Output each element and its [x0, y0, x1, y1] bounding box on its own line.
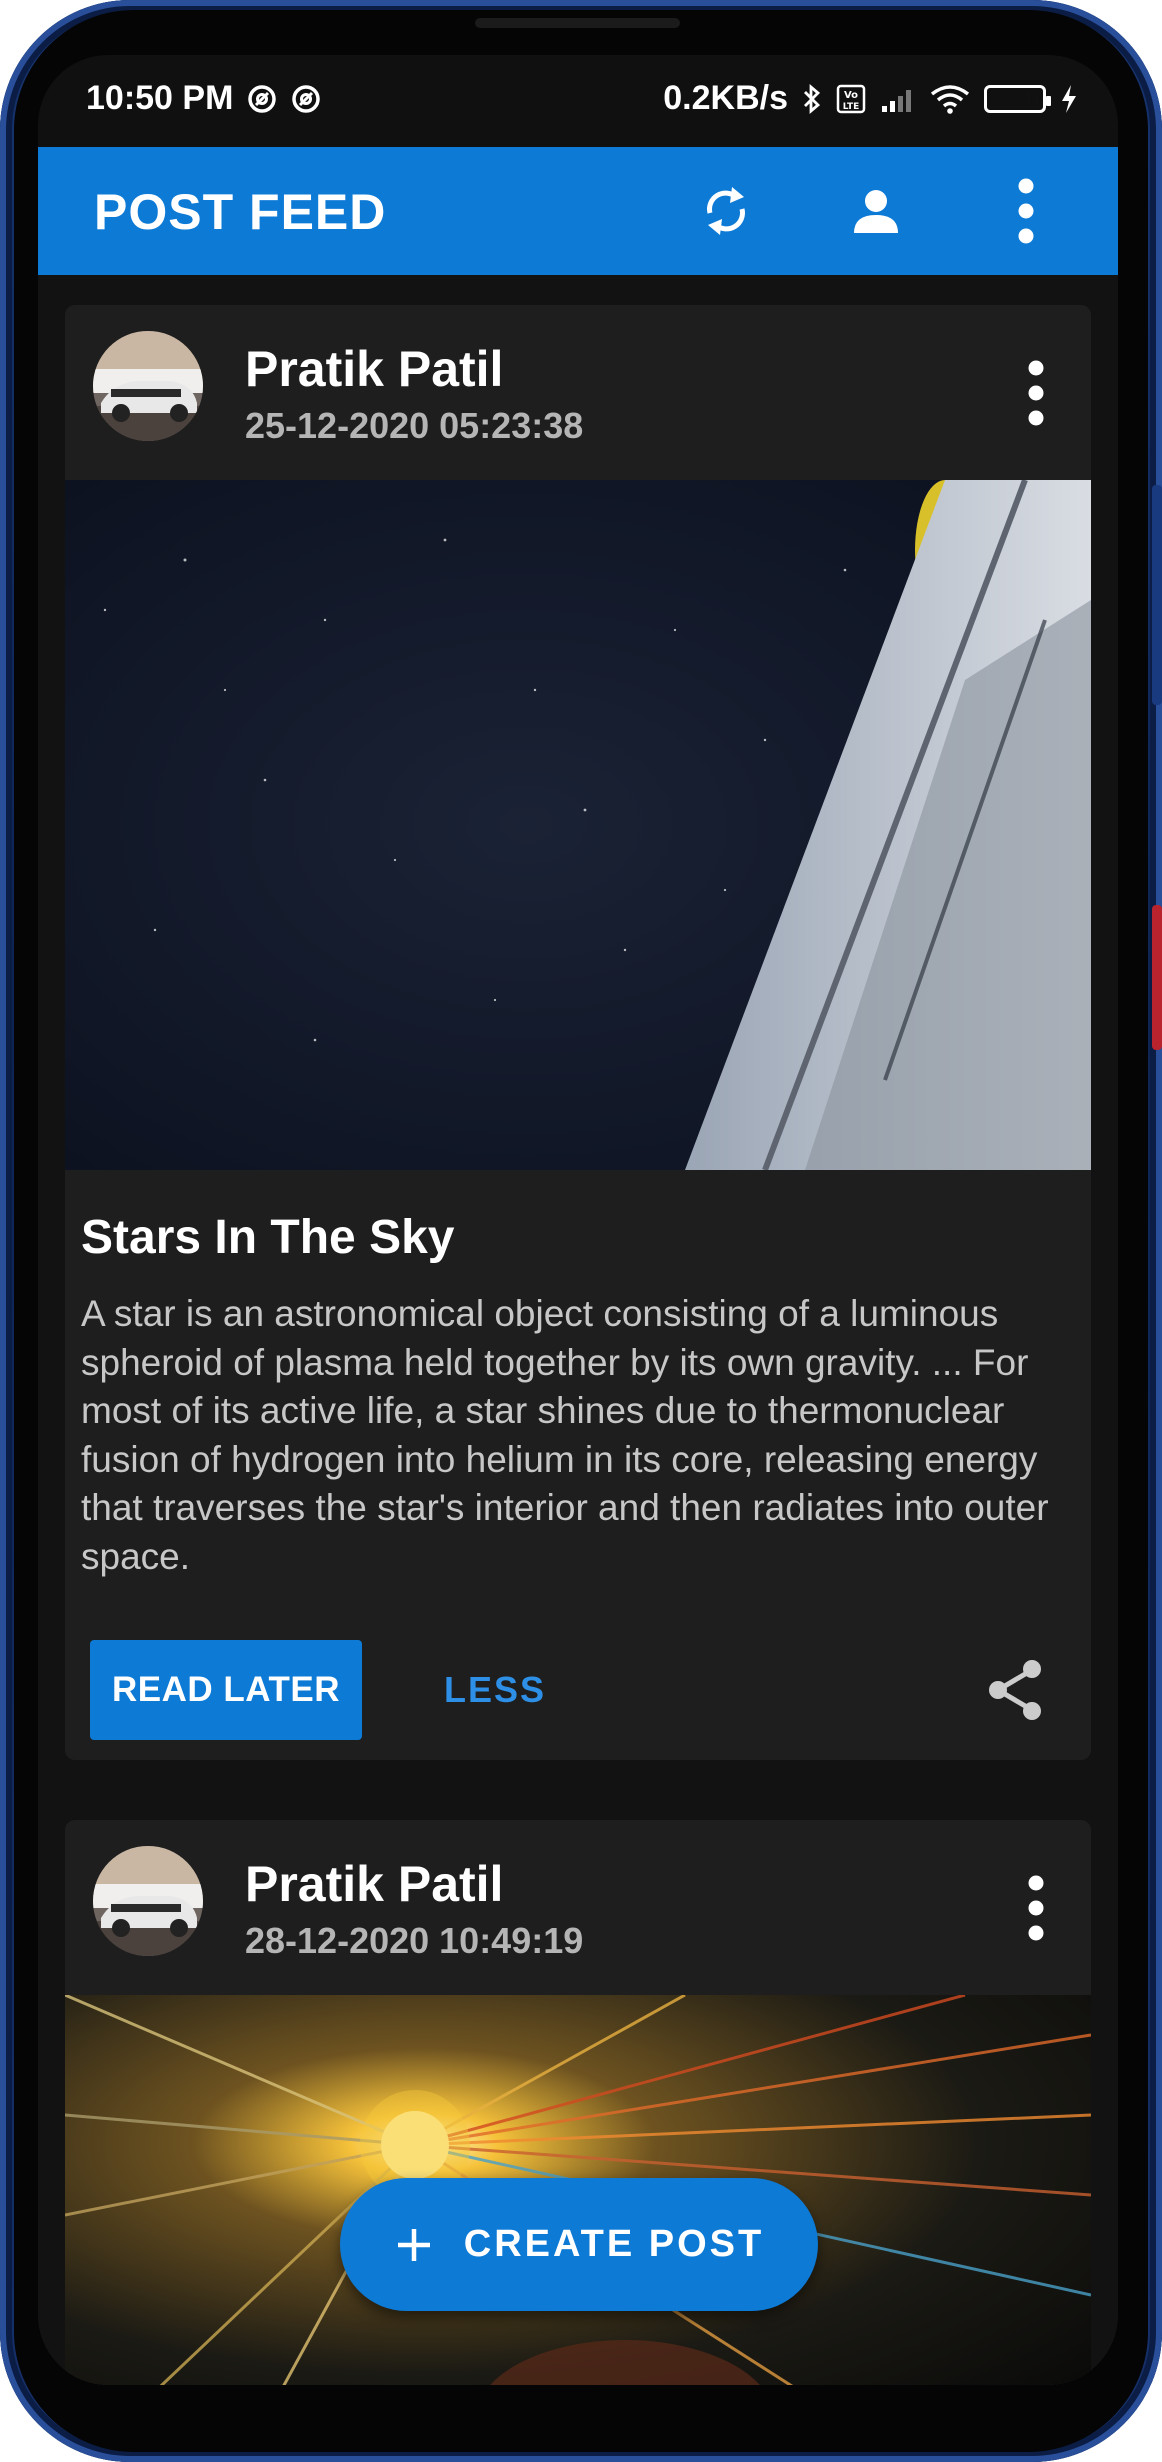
- signal-icon: [880, 84, 916, 114]
- overflow-menu-button[interactable]: [996, 178, 1056, 244]
- create-post-label: CREATE POST: [463, 2223, 765, 2265]
- post-menu-button[interactable]: [1016, 355, 1056, 430]
- status-time: 10:50 PM: [86, 79, 234, 117]
- post-author: Pratik Patil: [245, 341, 504, 397]
- post-card: Pratik Patil 25-12-2020 05:23:38 Stars I…: [65, 305, 1091, 1760]
- battery-level: 47: [1021, 87, 1043, 109]
- app-title: POST FEED: [94, 184, 387, 240]
- read-later-button[interactable]: READ LATER: [90, 1640, 362, 1740]
- profile-button[interactable]: [846, 181, 906, 241]
- less-button[interactable]: LESS: [415, 1640, 575, 1740]
- share-icon: [989, 1660, 1041, 1720]
- post-header: Pratik Patil 28-12-2020 10:49:19: [65, 1820, 1091, 1995]
- volte-icon: Vo LTE: [836, 84, 866, 114]
- share-button[interactable]: [981, 1655, 1051, 1725]
- post-date: 25-12-2020 05:23:38: [245, 405, 584, 446]
- more-vert-icon: [1028, 1875, 1044, 1940]
- plus-icon: [397, 2228, 430, 2261]
- svg-text:Vo: Vo: [844, 90, 858, 101]
- more-vert-icon: [1018, 178, 1034, 244]
- svg-text:LTE: LTE: [843, 102, 860, 112]
- power-button: [1152, 905, 1162, 1050]
- post-author: Pratik Patil: [245, 1856, 504, 1912]
- volume-button: [1152, 485, 1162, 705]
- wifi-icon: [930, 84, 970, 114]
- battery-icon: 47: [984, 84, 1051, 113]
- phone-speaker: [475, 18, 680, 28]
- charging-icon: [1060, 84, 1078, 114]
- avatar[interactable]: [93, 331, 203, 441]
- post-image: [65, 480, 1091, 1170]
- network-speed: 0.2KB/s: [663, 79, 788, 117]
- post-date: 28-12-2020 10:49:19: [245, 1920, 584, 1961]
- at-sign-icon: [247, 84, 277, 114]
- post-title: Stars In The Sky: [81, 1211, 455, 1264]
- at-sign-icon: [291, 84, 321, 114]
- create-post-button[interactable]: CREATE POST: [340, 2178, 818, 2311]
- more-vert-icon: [1028, 360, 1044, 425]
- avatar[interactable]: [93, 1846, 203, 1956]
- app-bar: POST FEED: [38, 147, 1118, 275]
- bluetooth-icon: [802, 83, 822, 115]
- person-icon: [854, 190, 898, 233]
- phone-frame: 10:50 PM 0.2KB/s Vo LTE 47 POST FEED Pra…: [0, 0, 1162, 2462]
- status-bar: 10:50 PM 0.2KB/s Vo LTE 47: [38, 55, 1118, 147]
- post-body: A star is an astronomical object consist…: [81, 1293, 1049, 1577]
- screen: 10:50 PM 0.2KB/s Vo LTE 47 POST FEED Pra…: [38, 55, 1118, 2385]
- post-header: Pratik Patil 25-12-2020 05:23:38: [65, 305, 1091, 480]
- refresh-icon: [707, 187, 745, 235]
- post-menu-button[interactable]: [1016, 1870, 1056, 1945]
- post-feed: Pratik Patil 25-12-2020 05:23:38 Stars I…: [38, 275, 1118, 2385]
- refresh-button[interactable]: [696, 181, 756, 241]
